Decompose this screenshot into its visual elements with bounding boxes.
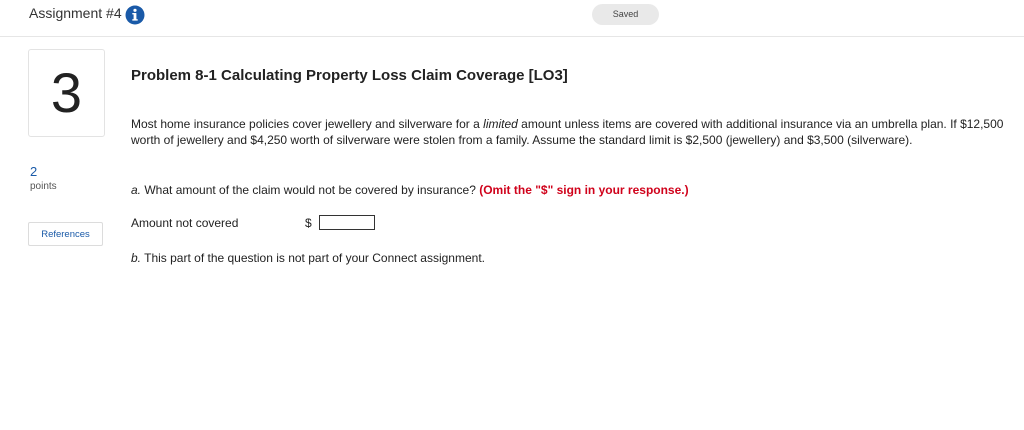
top-bar: Assignment #4 Saved: [0, 0, 1024, 37]
points-value: 2: [30, 164, 38, 179]
part-b-question: b. This part of the question is not part…: [131, 251, 485, 265]
points-label: points: [30, 181, 57, 192]
question-number-box: 3: [28, 49, 105, 137]
question-number: 3: [50, 61, 83, 124]
info-icon[interactable]: [125, 5, 145, 25]
problem-title: Problem 8-1 Calculating Property Loss Cl…: [131, 67, 568, 84]
references-button[interactable]: References: [28, 222, 103, 246]
amount-not-covered-label: Amount not covered: [131, 216, 239, 230]
part-a-label: a.: [131, 183, 142, 197]
amount-row: Amount not covered $: [131, 215, 381, 235]
assignment-title: Assignment #4: [29, 5, 122, 21]
part-a-question: a. What amount of the claim would not be…: [131, 183, 689, 197]
problem-body: Most home insurance policies cover jewel…: [131, 116, 1011, 148]
saved-status-badge: Saved: [592, 4, 659, 25]
currency-symbol: $: [305, 216, 312, 230]
part-a-text: What amount of the claim would not be co…: [141, 183, 480, 197]
problem-body-emphasis: limited: [483, 117, 518, 131]
amount-not-covered-input[interactable]: [319, 215, 375, 230]
problem-body-text-1: Most home insurance policies cover jewel…: [131, 117, 484, 131]
part-a-instruction: (Omit the "$" sign in your response.): [479, 183, 689, 197]
part-b-text: This part of the question is not part of…: [141, 251, 485, 265]
part-b-label: b.: [131, 251, 142, 265]
